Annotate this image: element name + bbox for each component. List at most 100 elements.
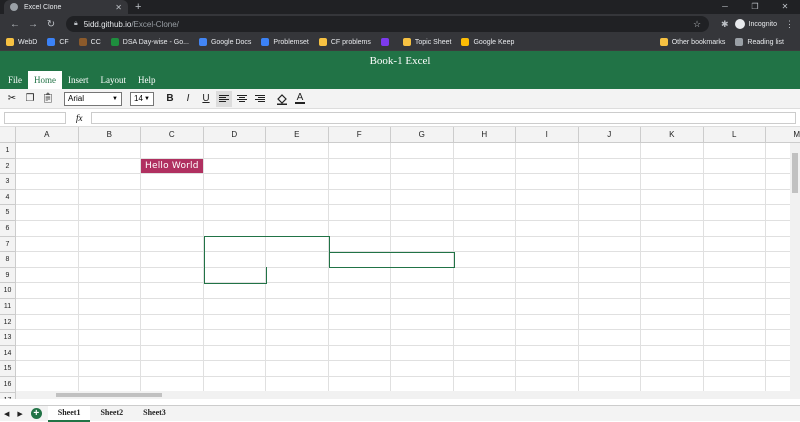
paste-icon[interactable]: 📋︎ bbox=[40, 91, 56, 107]
cell[interactable] bbox=[16, 267, 79, 284]
cell[interactable] bbox=[516, 298, 579, 315]
cell[interactable] bbox=[641, 220, 704, 237]
cell-address-input[interactable] bbox=[4, 111, 66, 124]
cell[interactable] bbox=[641, 143, 704, 159]
cell[interactable] bbox=[78, 345, 141, 362]
cell[interactable] bbox=[16, 220, 79, 237]
cell[interactable] bbox=[78, 205, 141, 221]
bookmark-item[interactable] bbox=[380, 38, 393, 46]
cell[interactable] bbox=[453, 205, 516, 221]
cell[interactable] bbox=[78, 314, 141, 331]
cell[interactable] bbox=[78, 267, 141, 284]
cell[interactable] bbox=[78, 220, 141, 237]
formula-input[interactable] bbox=[90, 111, 796, 124]
bookmark-item[interactable]: Reading list bbox=[735, 38, 784, 46]
row-header[interactable]: 2 bbox=[0, 158, 16, 175]
cell[interactable] bbox=[578, 283, 641, 299]
cell[interactable] bbox=[328, 361, 391, 377]
cell[interactable] bbox=[266, 314, 329, 331]
cell[interactable] bbox=[578, 220, 641, 237]
cell[interactable] bbox=[516, 314, 579, 331]
prev-sheet-icon[interactable]: ◀ bbox=[4, 410, 9, 418]
bookmark-item[interactable]: WebD bbox=[6, 38, 37, 46]
underline-button[interactable]: U bbox=[198, 91, 214, 107]
column-header[interactable]: J bbox=[578, 127, 641, 143]
new-tab-button[interactable]: + bbox=[135, 0, 141, 14]
cell[interactable] bbox=[641, 205, 704, 221]
row-header[interactable]: 17 bbox=[0, 392, 16, 399]
cell[interactable] bbox=[203, 361, 266, 377]
cell[interactable] bbox=[391, 174, 454, 190]
row-header[interactable]: 1 bbox=[0, 143, 16, 159]
cell[interactable] bbox=[328, 174, 391, 190]
cell[interactable] bbox=[516, 330, 579, 346]
column-header[interactable]: B bbox=[78, 127, 141, 143]
column-header[interactable]: L bbox=[703, 127, 766, 143]
back-icon[interactable]: ← bbox=[6, 19, 24, 30]
cell[interactable] bbox=[203, 158, 266, 175]
bookmark-item[interactable]: DSA Day-wise - Go... bbox=[110, 38, 189, 46]
align-center-icon[interactable] bbox=[234, 91, 250, 107]
cell[interactable] bbox=[328, 314, 391, 331]
cell[interactable] bbox=[578, 174, 641, 190]
cell[interactable] bbox=[453, 220, 516, 237]
cell[interactable] bbox=[703, 330, 766, 346]
cell[interactable] bbox=[391, 236, 454, 253]
cell[interactable] bbox=[266, 158, 329, 175]
column-header[interactable]: I bbox=[516, 127, 579, 143]
cell[interactable] bbox=[141, 236, 204, 253]
cell[interactable] bbox=[453, 314, 516, 331]
cell[interactable] bbox=[641, 298, 704, 315]
bookmark-item[interactable]: Other bookmarks bbox=[659, 38, 725, 46]
cell[interactable] bbox=[703, 158, 766, 175]
bookmark-item[interactable]: Google Docs bbox=[198, 38, 251, 46]
bookmark-item[interactable]: CF bbox=[47, 38, 69, 46]
cell[interactable] bbox=[266, 252, 329, 268]
cell[interactable] bbox=[516, 174, 579, 190]
cell[interactable] bbox=[203, 143, 266, 159]
cell[interactable] bbox=[516, 283, 579, 299]
cell[interactable] bbox=[328, 158, 391, 175]
cell[interactable] bbox=[328, 345, 391, 362]
cell[interactable] bbox=[203, 267, 266, 284]
cell[interactable] bbox=[141, 220, 204, 237]
cell[interactable] bbox=[516, 236, 579, 253]
cell[interactable] bbox=[78, 236, 141, 253]
cell[interactable] bbox=[78, 298, 141, 315]
cell[interactable] bbox=[391, 143, 454, 159]
cell[interactable] bbox=[391, 298, 454, 315]
cell[interactable] bbox=[16, 345, 79, 362]
cell[interactable] bbox=[16, 283, 79, 299]
cell[interactable] bbox=[141, 298, 204, 315]
cell[interactable] bbox=[703, 189, 766, 206]
bookmark-item[interactable]: CF problems bbox=[318, 38, 371, 46]
column-header[interactable]: H bbox=[453, 127, 516, 143]
cell[interactable] bbox=[16, 298, 79, 315]
cell[interactable] bbox=[203, 330, 266, 346]
row-header[interactable]: 12 bbox=[0, 314, 16, 331]
cell[interactable] bbox=[578, 330, 641, 346]
cell[interactable] bbox=[641, 330, 704, 346]
cell[interactable] bbox=[328, 189, 391, 206]
browser-tab[interactable]: Excel Clone ✕ bbox=[4, 0, 128, 14]
cell[interactable] bbox=[516, 220, 579, 237]
cell[interactable] bbox=[453, 252, 516, 268]
copy-icon[interactable]: ❐ bbox=[22, 91, 38, 107]
menu-layout[interactable]: Layout bbox=[95, 71, 133, 89]
row-header[interactable]: 15 bbox=[0, 361, 16, 377]
font-family-select[interactable]: Arial ▼ bbox=[64, 91, 122, 106]
row-header[interactable]: 13 bbox=[0, 330, 16, 346]
next-sheet-icon[interactable]: ▶ bbox=[17, 410, 22, 418]
cell[interactable] bbox=[703, 361, 766, 377]
column-header[interactable]: C bbox=[141, 127, 204, 143]
cell[interactable] bbox=[391, 267, 454, 284]
cell[interactable] bbox=[703, 345, 766, 362]
cell[interactable] bbox=[141, 267, 204, 284]
column-header[interactable]: F bbox=[328, 127, 391, 143]
cell[interactable] bbox=[641, 283, 704, 299]
cut-icon[interactable]: ✂ bbox=[4, 91, 20, 107]
cell[interactable] bbox=[516, 361, 579, 377]
restore-icon[interactable]: ❐ bbox=[740, 0, 770, 14]
cell[interactable] bbox=[203, 283, 266, 299]
cell[interactable] bbox=[78, 174, 141, 190]
